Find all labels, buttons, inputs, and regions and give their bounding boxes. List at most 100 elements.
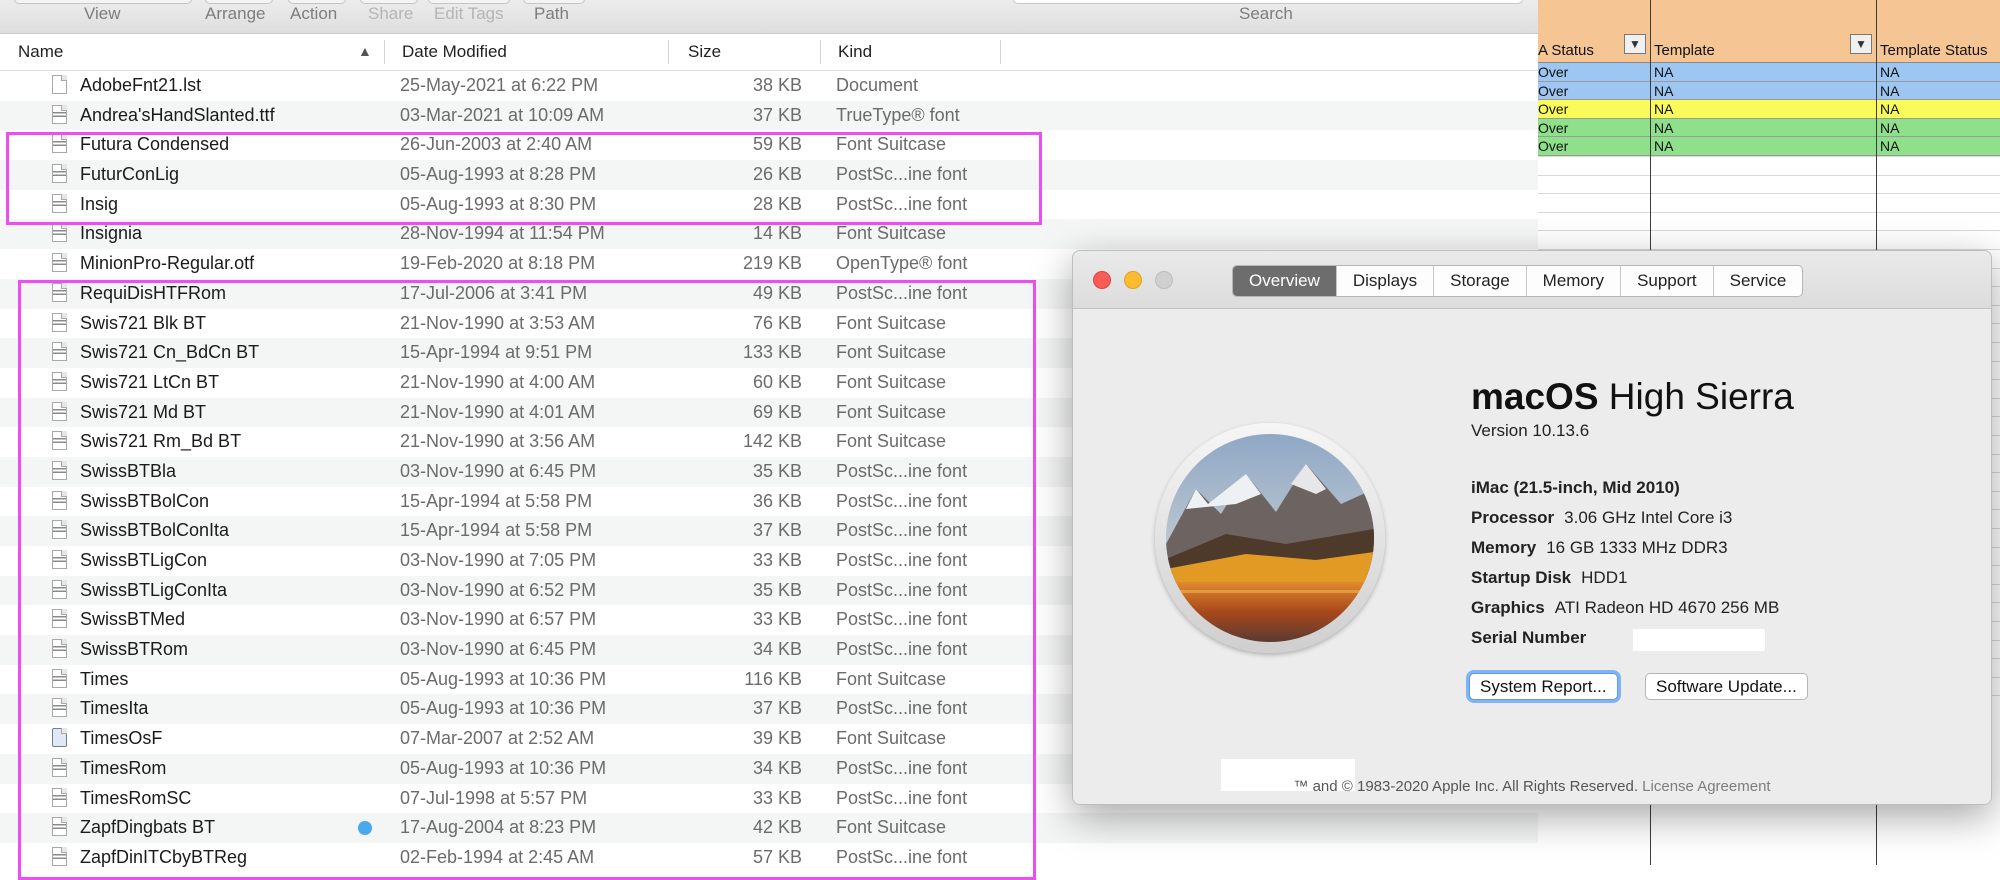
header-status[interactable]: A Status [1538,42,1594,59]
font-file-icon [52,846,67,866]
file-date-modified: 05-Aug-1993 at 8:28 PM [400,164,597,185]
license-agreement-link[interactable]: License Agreement [1642,778,1770,795]
header-template[interactable]: Template [1654,42,1715,59]
tab-storage[interactable]: Storage [1433,266,1526,296]
path-label: Path [534,4,569,23]
spreadsheet-row[interactable]: Over NA NA [1538,100,2000,119]
column-separator[interactable] [668,40,669,64]
file-kind: PostSc...ine font [836,698,968,719]
table-row[interactable]: Futura Condensed 26-Jun-2003 at 2:40 AM 59… [0,130,1538,161]
column-header-bar: Name ▲ Date Modified Size Kind [0,34,1538,71]
file-name: SwissBTMed [80,609,186,630]
file-date-modified: 21-Nov-1990 at 3:56 AM [400,431,596,452]
action-label: Action [290,4,338,23]
system-report-button[interactable]: System Report... [1469,673,1618,700]
file-size: 34 KB [752,639,802,660]
finder-toolbar: View Arrange Action Share Edit Tags Path… [0,0,1538,34]
file-kind: Font Suitcase [836,668,947,689]
zoom-button[interactable] [1155,271,1173,289]
column-header-date[interactable]: Date Modified [402,42,507,62]
view-label: View [84,4,121,23]
table-row[interactable]: Insig 05-Aug-1993 at 8:30 PM 28 KB PostSc..… [0,189,1538,220]
filter-dropdown-icon[interactable]: ▼ [1624,34,1646,54]
file-name: Swis721 Rm_Bd BT [80,431,242,452]
file-kind: Font Suitcase [836,431,947,452]
grid-line [1538,193,2000,195]
font-file-icon [52,490,67,510]
copyright-footer: ™ and © 1983-2020 Apple Inc. All Rights … [1073,778,1991,795]
column-separator[interactable] [820,40,821,64]
file-size: 38 KB [752,75,802,95]
font-suitcase-icon [52,728,67,748]
file-date-modified: 07-Jul-1998 at 5:57 PM [400,787,588,808]
file-size: 34 KB [752,757,802,778]
table-row[interactable]: Andrea'sHandSlanted.ttf 03-Mar-2021 at 10… [0,100,1538,131]
file-kind: Document [836,75,919,95]
file-size: 14 KB [752,223,802,244]
cell-template: NA [1654,82,1674,99]
tab-support[interactable]: Support [1620,266,1713,296]
spreadsheet-row[interactable]: Over NA NA [1538,118,2000,138]
file-name: Swis721 Md BT [80,401,207,422]
file-size: 76 KB [752,312,802,333]
close-button[interactable] [1093,271,1111,289]
copyright-text: ™ and © 1983-2020 Apple Inc. All Rights … [1293,778,1638,795]
file-size: 219 KB [742,253,802,274]
tab-displays[interactable]: Displays [1335,266,1433,296]
file-date-modified: 03-Nov-1990 at 6:45 PM [400,639,597,660]
file-size: 35 KB [752,460,802,481]
sort-ascending-icon[interactable]: ▲ [358,43,372,59]
font-file-icon [52,579,67,599]
spreadsheet-row[interactable]: Over NA NA [1538,137,2000,156]
spreadsheet-row[interactable]: Over NA NA [1538,63,2000,82]
file-date-modified: 21-Nov-1990 at 4:00 AM [400,371,596,392]
file-kind: Font Suitcase [836,223,947,244]
file-name: Insignia [80,223,143,244]
file-date-modified: 05-Aug-1993 at 10:36 PM [400,668,607,689]
tab-overview[interactable]: Overview [1233,266,1336,296]
tab-service[interactable]: Service [1712,266,1803,296]
tab-memory[interactable]: Memory [1525,266,1620,296]
file-name: Insig [80,193,119,214]
file-name: Times [80,668,129,689]
font-file-icon [52,253,67,273]
file-name: TimesOsF [80,728,163,749]
table-row[interactable]: ZapfDinITCbyBTReg 02-Feb-1994 at 2:45 AM 5… [0,842,1538,873]
os-name: macOS High Sierra [1471,376,1794,417]
column-header-size[interactable]: Size [688,42,721,62]
font-file-icon [52,460,67,480]
font-file-icon [52,371,67,391]
os-version: Version 10.13.6 [1471,421,1590,440]
filter-dropdown-icon[interactable]: ▼ [1850,34,1872,54]
minimize-button[interactable] [1124,271,1142,289]
table-row[interactable]: AdobeFnt21.lst 25-May-2021 at 6:22 PM 38 K… [0,71,1538,101]
column-header-name[interactable]: Name [18,42,63,62]
file-name: SwissBTLigConIta [80,579,228,600]
file-kind: Font Suitcase [836,817,947,838]
font-file-icon [52,312,67,332]
spreadsheet-row[interactable]: Over NA NA [1538,81,2000,101]
file-size: 26 KB [752,164,802,185]
header-template-status[interactable]: Template Status [1880,42,1988,59]
cell-template-status: NA [1880,138,1900,155]
font-file-icon [52,698,67,718]
serial-number-redacted [1633,629,1765,651]
font-file-icon [52,282,67,302]
file-kind: PostSc...ine font [836,164,968,185]
table-row[interactable]: Insignia 28-Nov-1994 at 11:54 PM 14 KB Font… [0,219,1538,250]
table-row[interactable]: FuturConLig 05-Aug-1993 at 8:28 PM 26 KB Po… [0,160,1538,190]
file-name: SwissBTLigCon [80,550,208,570]
file-name: SwissBTBolCon [80,490,210,511]
font-file-icon [52,817,67,837]
file-size: 69 KB [752,401,802,422]
cell-template-status: NA [1880,82,1900,99]
file-name: FuturConLig [80,164,180,185]
font-file-icon [52,757,67,777]
column-header-kind[interactable]: Kind [838,42,872,62]
column-separator[interactable] [1000,40,1001,64]
spec-startup-disk: Startup Disk HDD1 [1471,568,1628,587]
window-titlebar[interactable]: Overview Displays Storage Memory Support Serv… [1073,251,1991,309]
table-row[interactable]: ZapfDingbats BT 17-Aug-2004 at 8:23 PM 42 … [0,813,1538,843]
column-separator[interactable] [384,40,385,64]
software-update-button[interactable]: Software Update... [1645,673,1808,700]
